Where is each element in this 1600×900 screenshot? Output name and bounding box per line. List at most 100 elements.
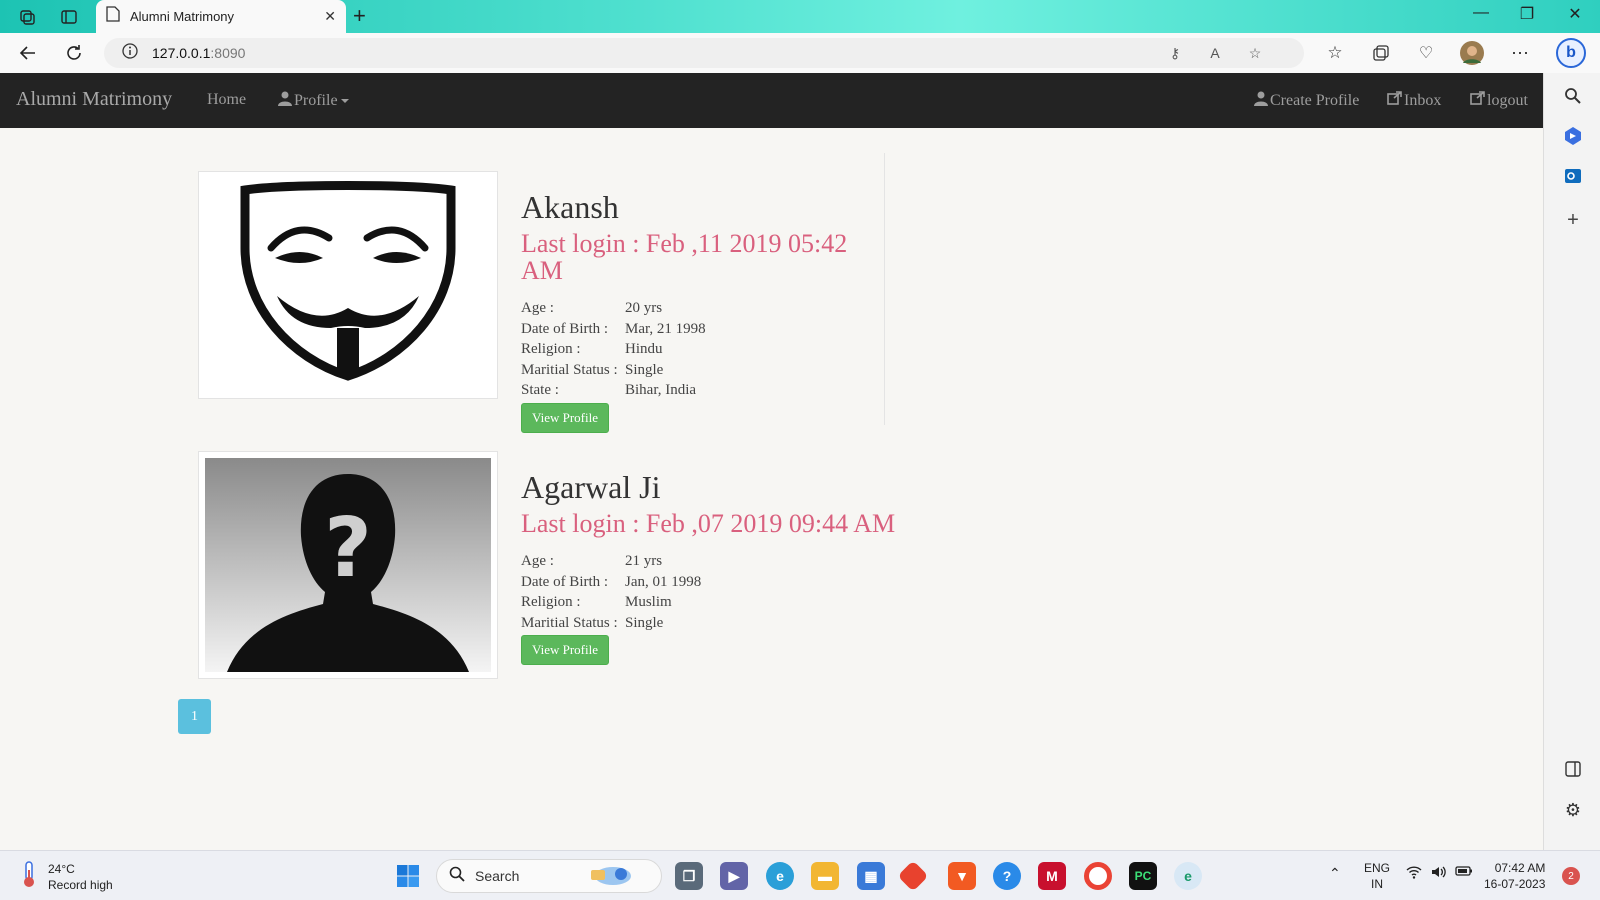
thermometer-icon bbox=[20, 860, 38, 893]
more-options-icon[interactable]: ⋯ bbox=[1508, 41, 1532, 65]
detail-value: Single bbox=[625, 614, 664, 631]
copilot-sidebar-icon[interactable] bbox=[1560, 123, 1586, 149]
teams-chat-icon[interactable]: ▶ bbox=[720, 862, 748, 890]
detail-value: Mar, 21 1998 bbox=[625, 320, 706, 337]
detail-row: Age : 20 yrs bbox=[521, 298, 891, 319]
profile-info: Akansh Last login : Feb ,11 2019 05:42 A… bbox=[521, 189, 891, 433]
weather-desc: Record high bbox=[48, 877, 113, 892]
profile-thumbnail[interactable] bbox=[198, 171, 498, 399]
favorites-icon[interactable]: ☆ bbox=[1323, 41, 1347, 65]
taskbar: 24°C Record high Search ❐ ▶ e ▬ ▦ ▼ ? M … bbox=[0, 850, 1600, 900]
task-view-icon[interactable]: ❐ bbox=[675, 862, 703, 890]
url-field[interactable]: 127.0.0.1:8090 ⚷ A ☆ bbox=[104, 38, 1304, 68]
profile-thumbnail[interactable]: ? bbox=[198, 451, 498, 679]
tab-alumni-matrimony[interactable]: Alumni Matrimony ✕ bbox=[96, 0, 346, 33]
add-icon[interactable]: + bbox=[1560, 207, 1586, 233]
volume-icon[interactable] bbox=[1431, 865, 1447, 882]
new-tab-icon[interactable]: + bbox=[353, 3, 366, 29]
taskbar-search[interactable]: Search bbox=[436, 859, 662, 893]
lang-bottom: IN bbox=[1371, 877, 1383, 891]
last-login: Last login : Feb ,11 2019 05:42 AM bbox=[521, 228, 848, 286]
url-port: :8090 bbox=[210, 45, 246, 61]
address-bar-row: 127.0.0.1:8090 ⚷ A ☆ ☆ ♡ ⋯ bbox=[0, 33, 1600, 73]
avatar[interactable] bbox=[1460, 41, 1484, 65]
microsoft-store-icon[interactable]: ▦ bbox=[857, 862, 885, 890]
read-aloud-icon[interactable]: A bbox=[1204, 42, 1226, 64]
window-close-icon[interactable]: ✕ bbox=[1560, 4, 1590, 24]
info-icon[interactable] bbox=[122, 42, 138, 64]
mcafee-icon[interactable]: M bbox=[1038, 862, 1066, 890]
browser-essentials-icon[interactable]: ♡ bbox=[1414, 41, 1438, 65]
detail-value: 21 yrs bbox=[625, 553, 663, 570]
sidebar-toggle-icon[interactable] bbox=[1560, 756, 1586, 782]
svg-text:?: ? bbox=[324, 501, 372, 596]
detail-label: Date of Birth : bbox=[521, 320, 609, 337]
detail-row: Maritial Status : Single bbox=[521, 613, 891, 634]
copilot-icon[interactable]: b bbox=[1556, 38, 1586, 68]
wifi-icon[interactable] bbox=[1406, 865, 1422, 882]
collections-icon[interactable] bbox=[1369, 41, 1393, 65]
lang-top: ENG bbox=[1364, 861, 1391, 875]
pagination-page-1[interactable]: 1 bbox=[178, 699, 211, 734]
nav-logout[interactable]: logout bbox=[1470, 91, 1528, 110]
detail-label: State : bbox=[521, 382, 559, 399]
help-icon[interactable]: ? bbox=[993, 862, 1021, 890]
view-profile-button[interactable]: View Profile bbox=[521, 402, 610, 433]
brave-icon[interactable]: ▼ bbox=[948, 862, 976, 890]
search-icon bbox=[449, 866, 465, 887]
site-brand[interactable]: Alumni Matrimony bbox=[16, 88, 172, 111]
detail-row: Age : 21 yrs bbox=[521, 551, 891, 572]
search-icon[interactable] bbox=[1560, 83, 1586, 109]
back-icon[interactable] bbox=[16, 41, 40, 65]
detail-row: Religion : Muslim bbox=[521, 592, 891, 613]
outlook-icon[interactable] bbox=[1560, 163, 1586, 189]
notification-badge[interactable]: 2 bbox=[1562, 867, 1580, 885]
unknown-person-silhouette-icon: ? bbox=[205, 458, 491, 672]
nav-profile-dropdown[interactable]: Profile bbox=[278, 91, 349, 111]
favorite-star-icon[interactable]: ☆ bbox=[1244, 42, 1266, 64]
pycharm-icon[interactable]: PC bbox=[1129, 862, 1157, 890]
nav-home[interactable]: Home bbox=[207, 91, 246, 109]
tab-title: Alumni Matrimony bbox=[130, 9, 235, 24]
file-explorer-icon[interactable]: ▬ bbox=[811, 862, 839, 890]
profile-details: Age :20 yrs Date of Birth : Mar, 21 1998 … bbox=[521, 298, 891, 401]
edge-dev-icon[interactable]: e bbox=[1174, 862, 1202, 890]
workspaces-icon[interactable] bbox=[16, 6, 38, 28]
profile-name: Akansh bbox=[521, 189, 619, 225]
nav-inbox[interactable]: Inbox bbox=[1387, 91, 1441, 110]
close-icon[interactable]: ✕ bbox=[324, 8, 336, 25]
browser-tab-bar: Alumni Matrimony ✕ + — ❐ ✕ bbox=[0, 0, 1600, 33]
detail-label: Maritial Status : bbox=[521, 614, 618, 631]
edge-icon[interactable]: e bbox=[766, 862, 794, 890]
search-highlight-icon bbox=[583, 862, 633, 891]
tab-actions-icon[interactable] bbox=[58, 6, 80, 28]
detail-row: Date of Birth : Jan, 01 1998 bbox=[521, 572, 891, 593]
chevron-up-icon[interactable]: ⌃ bbox=[1329, 865, 1341, 882]
refresh-icon[interactable] bbox=[62, 41, 86, 65]
view-profile-button[interactable]: View Profile bbox=[521, 635, 610, 666]
site-navbar: Alumni Matrimony Home Profile Create Pro… bbox=[0, 73, 1543, 128]
detail-row: Religion : Hindu bbox=[521, 339, 891, 360]
restore-icon[interactable]: ❐ bbox=[1512, 4, 1542, 24]
detail-value: Single bbox=[625, 361, 664, 378]
language-indicator[interactable]: ENG IN bbox=[1364, 860, 1390, 892]
password-key-icon[interactable]: ⚷ bbox=[1164, 42, 1186, 64]
settings-gear-icon[interactable]: ⚙ bbox=[1560, 797, 1586, 823]
weather-widget[interactable]: 24°C Record high bbox=[20, 860, 113, 893]
battery-icon[interactable] bbox=[1455, 865, 1473, 880]
weather-temp: 24°C bbox=[48, 861, 75, 876]
user-icon bbox=[1254, 91, 1268, 111]
system-clock[interactable]: 07:42 AM 16-07-2023 bbox=[1484, 860, 1545, 892]
nav-inbox-label: Inbox bbox=[1404, 91, 1442, 109]
nav-create-profile[interactable]: Create Profile bbox=[1254, 91, 1359, 111]
chrome-icon[interactable] bbox=[1084, 862, 1112, 890]
guy-fawkes-mask-icon bbox=[205, 178, 491, 392]
detail-value: Bihar, India bbox=[625, 382, 697, 399]
git-icon[interactable] bbox=[897, 860, 929, 892]
windows-start-icon[interactable] bbox=[394, 862, 422, 890]
detail-row: Maritial Status : Single bbox=[521, 360, 891, 381]
minimize-icon[interactable]: — bbox=[1466, 4, 1496, 22]
nav-logout-label: logout bbox=[1487, 91, 1528, 109]
search-label: Search bbox=[475, 868, 520, 884]
detail-value: Jan, 01 1998 bbox=[625, 573, 702, 590]
